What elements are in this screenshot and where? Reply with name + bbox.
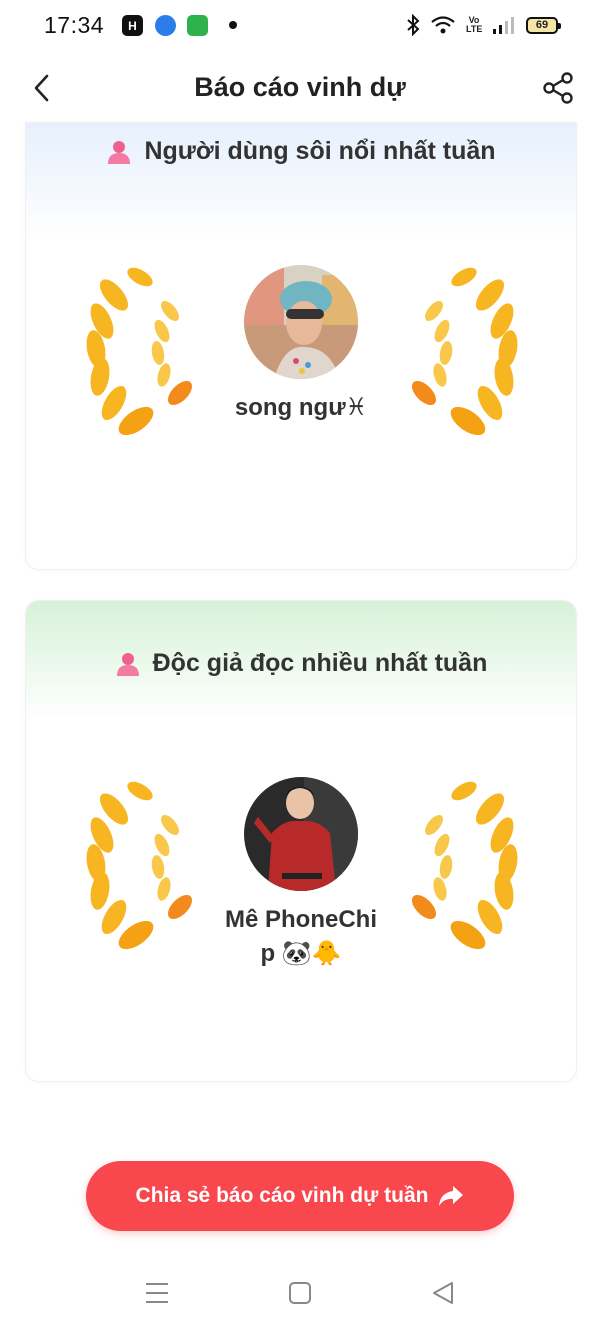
user-photo bbox=[244, 777, 358, 891]
top-reader-card: Độc giả đọc nhiều nhất tuần Mê PhoneChi … bbox=[25, 600, 577, 1082]
person-icon bbox=[108, 140, 131, 164]
share-icon bbox=[543, 72, 573, 104]
browser-notification-icon bbox=[155, 15, 176, 36]
user-name-line: p 🐼🐥 bbox=[260, 940, 342, 967]
most-active-user-card: Người dùng sôi nổi nhất tuần song ngư♓ bbox=[25, 122, 577, 570]
system-back-button[interactable] bbox=[426, 1276, 460, 1310]
volte-icon: Vo LTE bbox=[466, 15, 483, 34]
app-notification-icon: H bbox=[122, 15, 143, 36]
user-name-line: song ngư♓ bbox=[234, 394, 368, 421]
triangle-back-icon bbox=[433, 1282, 453, 1304]
store-notification-icon bbox=[187, 15, 208, 36]
system-nav-bar bbox=[0, 1262, 600, 1322]
card-heading: Người dùng sôi nổi nhất tuần bbox=[26, 137, 576, 166]
avatar[interactable] bbox=[244, 777, 358, 891]
more-notifications-icon bbox=[229, 21, 237, 29]
battery-icon: 69 bbox=[526, 16, 561, 34]
app-header: Báo cáo vinh dự bbox=[0, 60, 600, 116]
wifi-icon bbox=[431, 16, 455, 34]
menu-icon bbox=[146, 1283, 168, 1303]
status-time: 17:34 bbox=[44, 12, 105, 38]
square-icon bbox=[289, 1282, 311, 1304]
share-arrow-icon bbox=[439, 1186, 464, 1206]
avatar[interactable] bbox=[244, 265, 358, 379]
share-weekly-report-button[interactable]: Chia sẻ báo cáo vinh dự tuần bbox=[86, 1161, 514, 1231]
signal-icon bbox=[493, 17, 514, 34]
card-heading-text: Độc giả đọc nhiều nhất tuần bbox=[152, 649, 488, 677]
home-button[interactable] bbox=[283, 1276, 317, 1310]
user-photo bbox=[244, 265, 358, 379]
status-bar: 17:34 H Vo LTE 69 bbox=[0, 0, 600, 52]
share-button[interactable] bbox=[538, 68, 578, 108]
user-name: song ngư♓ bbox=[176, 391, 426, 425]
card-heading: Độc giả đọc nhiều nhất tuần bbox=[26, 649, 576, 678]
bluetooth-icon bbox=[407, 14, 420, 36]
cta-label: Chia sẻ báo cáo vinh dự tuần bbox=[135, 1184, 429, 1207]
user-name: Mê PhoneChi p 🐼🐥 bbox=[176, 903, 426, 971]
user-name-line: Mê PhoneChi bbox=[224, 906, 377, 933]
page-title: Báo cáo vinh dự bbox=[194, 72, 406, 102]
recent-apps-button[interactable] bbox=[140, 1276, 174, 1310]
person-icon bbox=[116, 652, 139, 676]
card-heading-text: Người dùng sôi nổi nhất tuần bbox=[144, 137, 496, 165]
